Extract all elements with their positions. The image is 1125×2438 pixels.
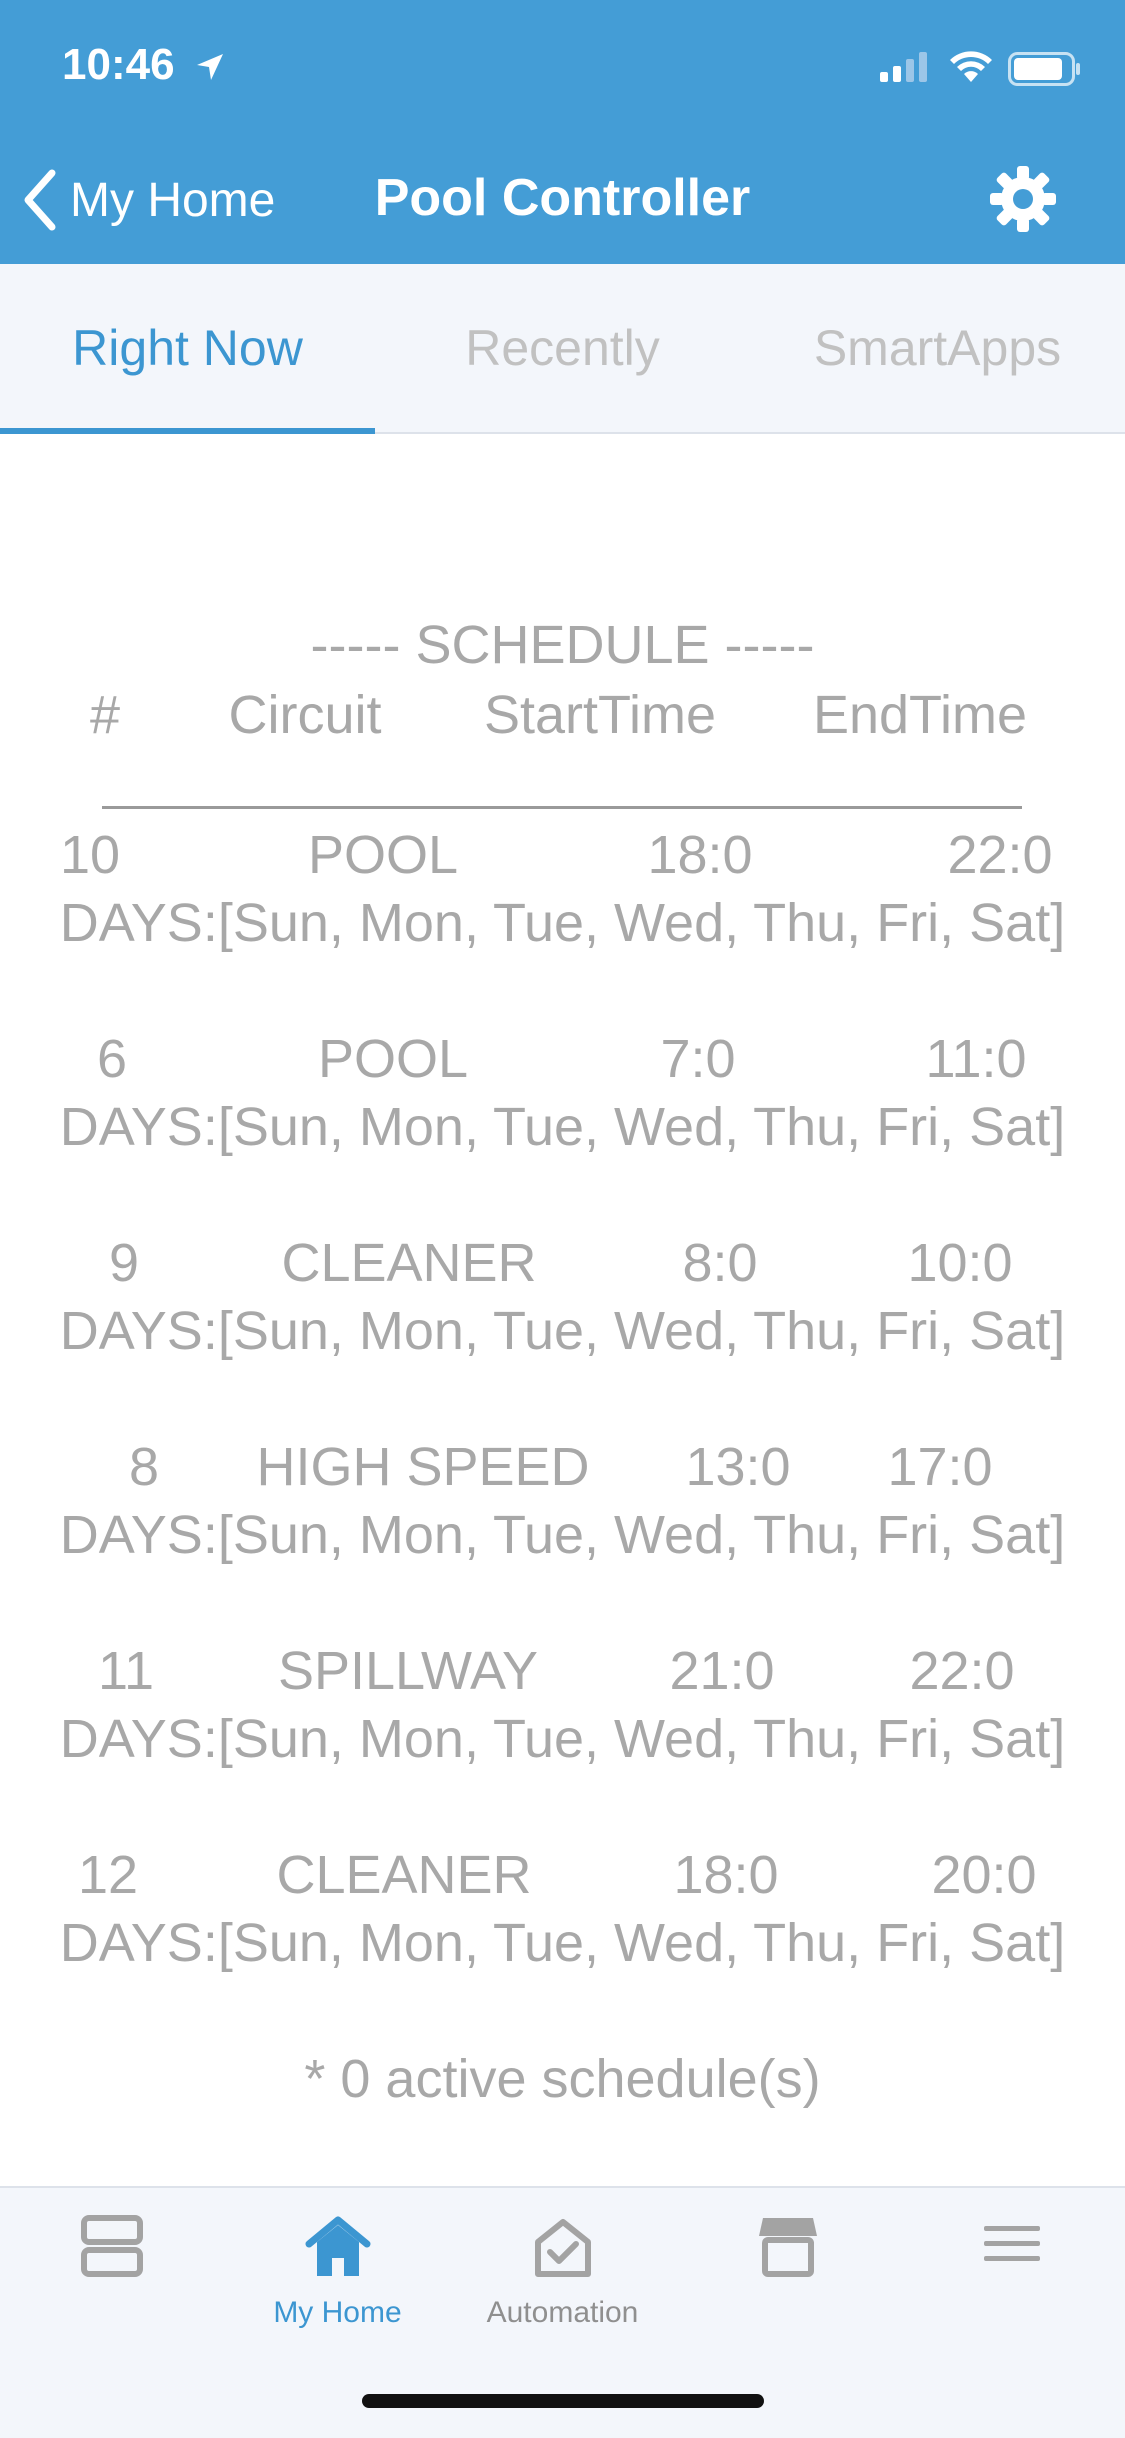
row-circuit: POOL	[317, 1029, 469, 1089]
row-number: 10	[59, 825, 121, 885]
row-days: DAYS:[Sun, Mon, Tue, Wed, Thu, Fri, Sat]	[59, 893, 1066, 953]
row-start-time: 21:0	[669, 1641, 775, 1701]
row-end-time: 20:0	[931, 1845, 1037, 1905]
row-days: DAYS:[Sun, Mon, Tue, Wed, Thu, Fri, Sat]	[59, 1097, 1066, 1157]
row-end-time: 22:0	[947, 825, 1053, 885]
dashboard-icon	[81, 2215, 143, 2277]
battery-icon	[1008, 52, 1080, 86]
tab-bar: Right Now Recently SmartApps	[0, 264, 1125, 434]
schedule-panel: ----- SCHEDULE ----- # Circuit StartTime…	[0, 434, 1125, 2186]
row-days: DAYS:[Sun, Mon, Tue, Wed, Thu, Fri, Sat]	[59, 1301, 1066, 1361]
page-title: Pool Controller	[374, 169, 751, 227]
row-end-time: 17:0	[887, 1437, 993, 1497]
status-time: 10:46	[62, 40, 175, 89]
location-arrow-icon	[197, 54, 223, 80]
gear-icon	[990, 166, 1056, 232]
column-header-number: #	[89, 685, 121, 745]
nav-my-home[interactable]: My Home	[225, 2188, 450, 2388]
tab-right-now[interactable]: Right Now	[0, 264, 375, 432]
row-end-time: 22:0	[909, 1641, 1015, 1701]
nav-dashboard[interactable]	[0, 2188, 225, 2388]
nav-marketplace[interactable]	[675, 2188, 900, 2388]
row-end-time: 10:0	[907, 1233, 1013, 1293]
marketplace-icon	[759, 2218, 817, 2277]
row-circuit: CLEANER	[281, 1233, 537, 1293]
cellular-signal-icon	[880, 52, 927, 82]
row-number: 12	[77, 1845, 139, 1905]
active-schedules-footer: * 0 active schedule(s)	[304, 2049, 821, 2109]
row-number: 8	[128, 1437, 160, 1497]
row-start-time: 8:0	[682, 1233, 758, 1293]
nav-automation[interactable]: Automation	[450, 2188, 675, 2388]
app-header: 10:46 My Home Pool Controller	[0, 0, 1125, 264]
row-start-time: 18:0	[673, 1845, 779, 1905]
row-days: DAYS:[Sun, Mon, Tue, Wed, Thu, Fri, Sat]	[59, 1913, 1066, 1973]
settings-button[interactable]	[988, 164, 1058, 239]
nav-label-automation: Automation	[486, 2296, 639, 2329]
menu-icon	[984, 2226, 1040, 2261]
row-number: 11	[97, 1641, 155, 1701]
schedule-title: ----- SCHEDULE -----	[310, 615, 815, 675]
row-days: DAYS:[Sun, Mon, Tue, Wed, Thu, Fri, Sat]	[59, 1505, 1066, 1565]
row-days: DAYS:[Sun, Mon, Tue, Wed, Thu, Fri, Sat]	[59, 1709, 1066, 1769]
home-icon	[305, 2216, 371, 2276]
home-indicator	[362, 2394, 764, 2408]
tab-recently[interactable]: Recently	[375, 264, 750, 432]
column-header-endtime: EndTime	[812, 685, 1028, 745]
column-header-circuit: Circuit	[228, 685, 382, 745]
tab-smartapps[interactable]: SmartApps	[750, 264, 1125, 432]
row-circuit: POOL	[307, 825, 459, 885]
row-circuit: CLEANER	[276, 1845, 532, 1905]
row-end-time: 11:0	[925, 1029, 1027, 1089]
header-divider	[102, 806, 1022, 809]
row-circuit: SPILLWAY	[277, 1641, 539, 1701]
automation-icon	[535, 2219, 591, 2277]
wifi-icon	[950, 51, 992, 82]
nav-menu[interactable]	[900, 2188, 1125, 2388]
row-number: 9	[108, 1233, 140, 1293]
row-number: 6	[96, 1029, 128, 1089]
column-header-starttime: StartTime	[483, 685, 717, 745]
row-circuit: HIGH SPEED	[256, 1437, 590, 1497]
row-start-time: 7:0	[660, 1029, 736, 1089]
nav-label-my-home: My Home	[273, 2296, 402, 2329]
row-start-time: 18:0	[647, 825, 753, 885]
